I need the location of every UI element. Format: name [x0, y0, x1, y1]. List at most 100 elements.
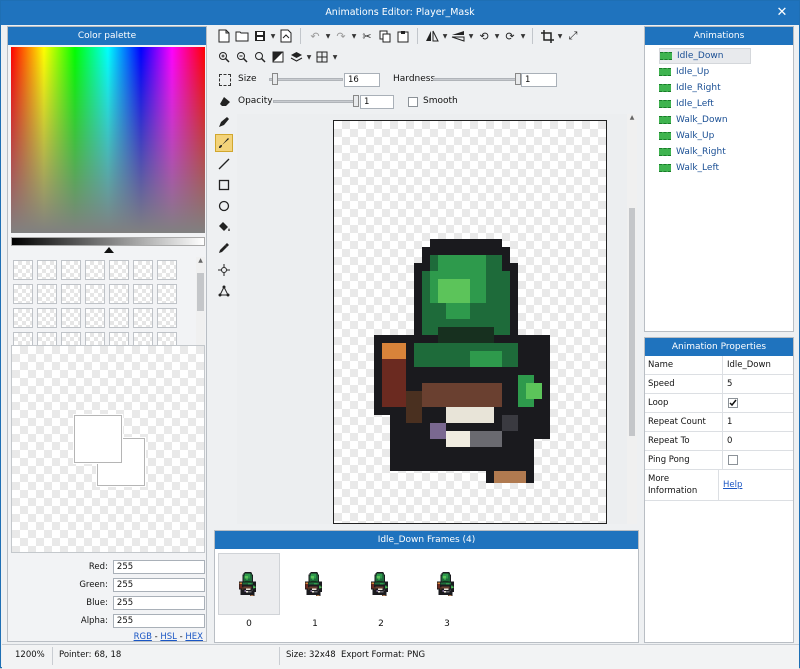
frame-cell[interactable]: 3: [416, 553, 478, 629]
flip-vertical-icon[interactable]: [449, 27, 467, 45]
color-spectrum[interactable]: [11, 47, 205, 233]
blue-input[interactable]: 255: [112, 596, 205, 610]
property-value[interactable]: 1: [723, 413, 793, 431]
cut-icon[interactable]: ✂: [358, 27, 376, 45]
palette-swatch[interactable]: [85, 260, 105, 280]
palette-swatch[interactable]: [61, 308, 81, 328]
scroll-up-icon[interactable]: ▲: [196, 257, 205, 265]
background-toggle-icon[interactable]: [269, 48, 287, 66]
frame-cell[interactable]: 2: [350, 553, 412, 629]
palette-swatch[interactable]: [13, 284, 33, 304]
animation-item[interactable]: Walk_Right: [659, 144, 791, 160]
redo-dropdown-icon[interactable]: ▼: [350, 33, 358, 40]
empty-checkbox[interactable]: [728, 455, 738, 465]
brush-icon[interactable]: [215, 134, 233, 152]
zoom-in-icon[interactable]: [215, 48, 233, 66]
animation-item[interactable]: Idle_Right: [659, 80, 791, 96]
eraser-icon[interactable]: [219, 96, 231, 110]
size-slider-track[interactable]: [269, 78, 343, 81]
selection-icon[interactable]: [219, 74, 231, 86]
pencil-icon[interactable]: [215, 113, 233, 131]
move-point-icon[interactable]: [215, 261, 233, 279]
opacity-slider-track[interactable]: [273, 100, 359, 103]
animation-item[interactable]: Idle_Up: [659, 64, 791, 80]
rotate-left-dropdown-icon[interactable]: ▼: [493, 33, 501, 40]
eyedropper-icon[interactable]: [215, 239, 233, 257]
palette-swatch[interactable]: [157, 260, 177, 280]
property-value[interactable]: 5: [723, 375, 793, 393]
undo-dropdown-icon[interactable]: ▼: [324, 33, 332, 40]
hex-mode-link[interactable]: HEX: [185, 632, 203, 642]
rectangle-icon[interactable]: [215, 176, 233, 194]
canvas-scroll-thumb[interactable]: [629, 208, 635, 436]
animation-item[interactable]: Idle_Down: [659, 48, 751, 64]
crop-dropdown-icon[interactable]: ▼: [556, 33, 564, 40]
size-input[interactable]: 16: [344, 73, 380, 87]
palette-swatch[interactable]: [109, 260, 129, 280]
palette-swatch[interactable]: [37, 284, 57, 304]
primary-color-swatch[interactable]: [74, 415, 122, 463]
open-folder-icon[interactable]: [233, 27, 251, 45]
animation-item[interactable]: Walk_Up: [659, 128, 791, 144]
export-icon[interactable]: [277, 27, 295, 45]
canvas-viewport[interactable]: [237, 114, 627, 524]
line-icon[interactable]: [215, 155, 233, 173]
alpha-input[interactable]: 255: [112, 614, 205, 628]
palette-swatch[interactable]: [157, 308, 177, 328]
grid-dropdown-icon[interactable]: ▼: [331, 54, 339, 61]
grayscale-strip[interactable]: [11, 237, 205, 246]
palette-swatch[interactable]: [13, 260, 33, 280]
crop-icon[interactable]: [538, 27, 556, 45]
frame-cell[interactable]: 1: [284, 553, 346, 629]
hardness-slider-track[interactable]: [433, 78, 521, 81]
opacity-input[interactable]: 1: [360, 95, 394, 109]
frame-thumbnail[interactable]: [416, 553, 478, 615]
grayscale-marker-icon[interactable]: [104, 247, 114, 253]
swatch-scroll-thumb[interactable]: [197, 273, 204, 311]
palette-swatch[interactable]: [61, 260, 81, 280]
property-value[interactable]: 0: [723, 432, 793, 450]
rotate-left-icon[interactable]: ⟲: [475, 27, 493, 45]
grid-icon[interactable]: [313, 48, 331, 66]
checkmark-icon[interactable]: [728, 398, 738, 408]
frame-thumbnail[interactable]: [284, 553, 346, 615]
rotate-right-dropdown-icon[interactable]: ▼: [519, 33, 527, 40]
new-file-icon[interactable]: [215, 27, 233, 45]
palette-swatch[interactable]: [13, 308, 33, 328]
animation-item[interactable]: Walk_Left: [659, 160, 791, 176]
palette-swatch[interactable]: [109, 308, 129, 328]
flip-horizontal-dropdown-icon[interactable]: ▼: [441, 33, 449, 40]
help-link[interactable]: Help: [719, 470, 793, 500]
frame-thumbnail[interactable]: [218, 553, 280, 615]
frame-cell[interactable]: 0: [218, 553, 280, 629]
opacity-slider-thumb[interactable]: [353, 95, 359, 107]
flip-horizontal-icon[interactable]: [423, 27, 441, 45]
smooth-checkbox[interactable]: [408, 97, 418, 107]
green-input[interactable]: 255: [112, 578, 205, 592]
palette-swatch[interactable]: [133, 284, 153, 304]
palette-swatch[interactable]: [133, 260, 153, 280]
rgb-mode-link[interactable]: RGB: [134, 632, 152, 642]
save-icon[interactable]: [251, 27, 269, 45]
palette-swatch[interactable]: [157, 284, 177, 304]
animation-item[interactable]: Walk_Down: [659, 112, 791, 128]
hardness-input[interactable]: 1: [521, 73, 557, 87]
palette-swatch[interactable]: [37, 260, 57, 280]
resize-icon[interactable]: ⤢: [564, 27, 582, 45]
frame-thumbnail[interactable]: [350, 553, 412, 615]
palette-swatch[interactable]: [85, 308, 105, 328]
palette-swatch[interactable]: [37, 308, 57, 328]
hsl-mode-link[interactable]: HSL: [160, 632, 177, 642]
property-checkbox[interactable]: [723, 394, 793, 412]
sprite-canvas[interactable]: [333, 120, 607, 524]
paste-icon[interactable]: [394, 27, 412, 45]
close-icon[interactable]: ✕: [773, 3, 791, 23]
palette-swatch[interactable]: [85, 284, 105, 304]
animation-item[interactable]: Idle_Left: [659, 96, 791, 112]
scroll-up-icon[interactable]: ▲: [627, 114, 637, 124]
palette-swatch[interactable]: [133, 308, 153, 328]
size-slider-thumb[interactable]: [271, 73, 278, 85]
property-checkbox[interactable]: [723, 451, 793, 469]
zoom-out-icon[interactable]: [233, 48, 251, 66]
undo-icon[interactable]: ↶: [306, 27, 324, 45]
